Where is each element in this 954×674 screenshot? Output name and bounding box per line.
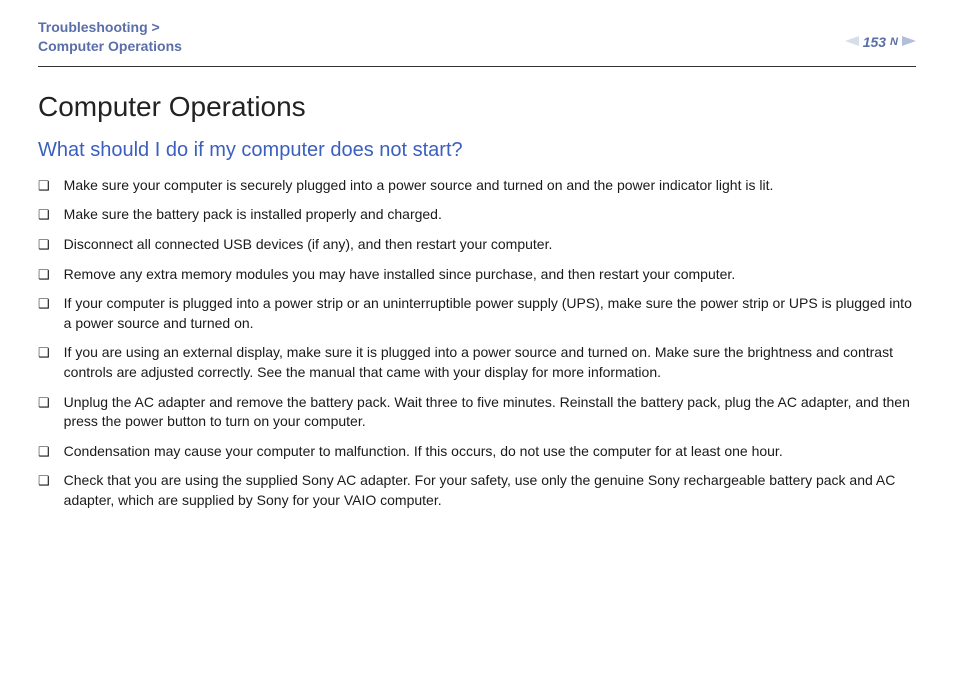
- bullet-icon: ❑: [38, 266, 50, 284]
- list-item: ❑ If your computer is plugged into a pow…: [38, 294, 916, 333]
- bullet-text: Make sure your computer is securely plug…: [64, 176, 916, 196]
- page-nav: 153 N: [845, 34, 916, 50]
- bullet-list: ❑ Make sure your computer is securely pl…: [38, 176, 916, 511]
- bullet-icon: ❑: [38, 177, 50, 195]
- list-item: ❑ Unplug the AC adapter and remove the b…: [38, 393, 916, 432]
- page-title: Computer Operations: [38, 91, 916, 123]
- list-item: ❑ Check that you are using the supplied …: [38, 471, 916, 510]
- list-item: ❑ Make sure the battery pack is installe…: [38, 205, 916, 225]
- bullet-text: If you are using an external display, ma…: [64, 343, 916, 382]
- bullet-text: Condensation may cause your computer to …: [64, 442, 916, 462]
- list-item: ❑ Disconnect all connected USB devices (…: [38, 235, 916, 255]
- bullet-icon: ❑: [38, 394, 50, 412]
- bullet-icon: ❑: [38, 295, 50, 313]
- bullet-text: Disconnect all connected USB devices (if…: [64, 235, 916, 255]
- breadcrumb-line-2[interactable]: Computer Operations: [38, 37, 182, 56]
- list-item: ❑ Make sure your computer is securely pl…: [38, 176, 916, 196]
- bullet-text: Unplug the AC adapter and remove the bat…: [64, 393, 916, 432]
- bullet-text: Make sure the battery pack is installed …: [64, 205, 916, 225]
- bullet-text: Check that you are using the supplied So…: [64, 471, 916, 510]
- breadcrumb-line-1[interactable]: Troubleshooting >: [38, 18, 182, 37]
- bullet-icon: ❑: [38, 206, 50, 224]
- bullet-icon: ❑: [38, 344, 50, 362]
- page-number: 153: [863, 34, 886, 50]
- bullet-icon: ❑: [38, 472, 50, 490]
- page-header: Troubleshooting > Computer Operations 15…: [0, 0, 954, 66]
- bullet-text: If your computer is plugged into a power…: [64, 294, 916, 333]
- bullet-text: Remove any extra memory modules you may …: [64, 265, 916, 285]
- question-heading: What should I do if my computer does not…: [38, 139, 916, 162]
- breadcrumb: Troubleshooting > Computer Operations: [38, 18, 182, 56]
- bullet-icon: ❑: [38, 236, 50, 254]
- list-item: ❑ Remove any extra memory modules you ma…: [38, 265, 916, 285]
- nav-next-icon[interactable]: [902, 35, 916, 49]
- list-item: ❑ If you are using an external display, …: [38, 343, 916, 382]
- nav-prev-icon[interactable]: [845, 35, 859, 49]
- main-content: Computer Operations What should I do if …: [0, 67, 954, 511]
- page-n-marker: N: [890, 36, 898, 48]
- list-item: ❑ Condensation may cause your computer t…: [38, 442, 916, 462]
- bullet-icon: ❑: [38, 443, 50, 461]
